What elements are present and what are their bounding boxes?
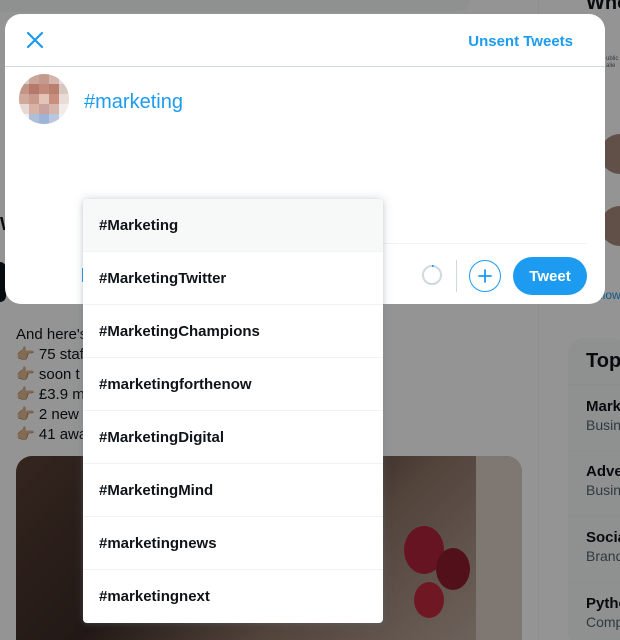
close-icon[interactable]	[23, 28, 47, 52]
unsent-tweets-button[interactable]: Unsent Tweets	[468, 33, 573, 50]
suggestion-item[interactable]: #MarketingMind	[83, 464, 383, 517]
suggestion-item[interactable]: #MarketingChampions	[83, 305, 383, 358]
suggestion-item[interactable]: #Marketing	[83, 199, 383, 252]
plus-icon[interactable]	[469, 260, 501, 292]
tweet-button[interactable]: Tweet	[513, 257, 587, 295]
tweet-compose-input[interactable]: #marketing	[84, 91, 183, 114]
suggestion-item[interactable]: #marketingforthenow	[83, 358, 383, 411]
suggestion-item[interactable]: #MarketingTwitter	[83, 252, 383, 305]
modal-header: Unsent Tweets	[5, 14, 605, 67]
avatar	[19, 74, 69, 124]
hashtag-suggestions: #Marketing #MarketingTwitter #MarketingC…	[83, 199, 383, 623]
suggestion-item[interactable]: #marketingnext	[83, 570, 383, 623]
suggestion-item[interactable]: #marketingnews	[83, 517, 383, 570]
character-count-ring	[421, 264, 443, 286]
suggestion-item[interactable]: #MarketingDigital	[83, 411, 383, 464]
toolbar-vertical-divider	[456, 260, 457, 292]
